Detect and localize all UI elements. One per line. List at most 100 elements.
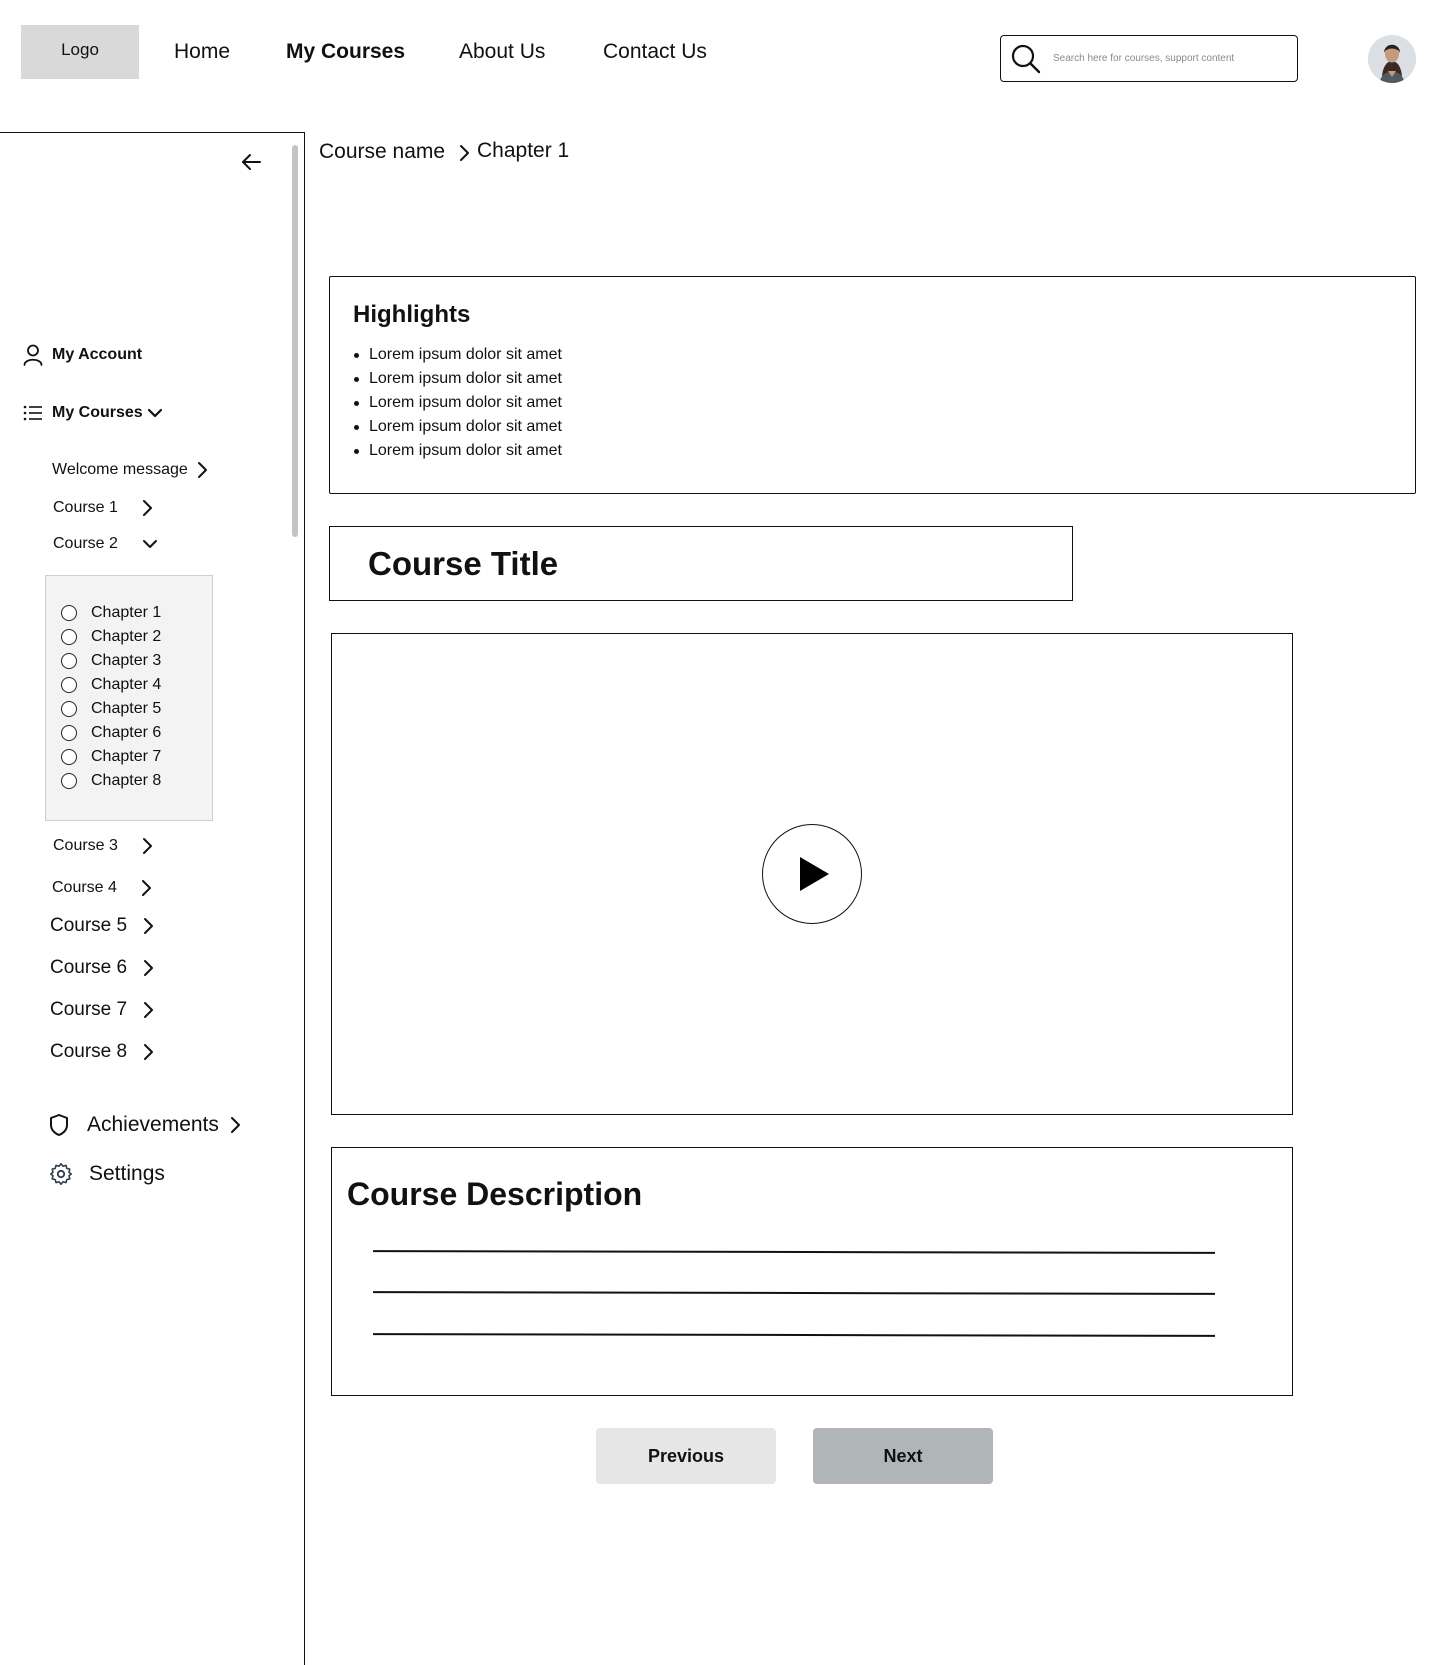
logo[interactable]: Logo [21,25,139,79]
play-button[interactable] [762,824,862,924]
nav-about-us[interactable]: About Us [459,40,545,64]
highlights-list: Lorem ipsum dolor sit amet Lorem ipsum d… [354,343,562,463]
chevron-down-icon [147,408,162,418]
chapter-radio[interactable] [61,605,77,621]
chapter-label: Chapter 3 [91,652,162,669]
description-placeholder-line [372,1291,1216,1295]
sidebar-label-course-5: Course 5 [50,915,128,936]
chevron-right-icon [230,1117,240,1133]
highlight-item: Lorem ipsum dolor sit amet [354,391,562,415]
sidebar-item-course-4[interactable]: Course 4 [52,879,152,897]
chapter-item-5[interactable]: Chapter 5 [61,700,161,718]
highlight-item: Lorem ipsum dolor sit amet [354,439,562,463]
chapter-radio[interactable] [61,701,77,717]
nav-my-courses[interactable]: My Courses [286,40,405,64]
chevron-right-icon [144,1002,153,1018]
description-placeholder-line [372,1250,1216,1254]
sidebar-label-my-courses: My Courses [52,404,143,421]
course-description-box: Course Description [331,1147,1293,1396]
sidebar-label-course-3: Course 3 [53,837,118,854]
sidebar-label-achievements: Achievements [87,1113,219,1136]
sidebar-item-course-5[interactable]: Course 5 [50,915,154,937]
chapter-item-8[interactable]: Chapter 8 [61,772,161,790]
chapter-radio[interactable] [61,749,77,765]
breadcrumb-chapter[interactable]: Chapter 1 [477,139,569,163]
chapter-radio[interactable] [61,725,77,741]
chevron-right-icon [144,918,153,934]
sidebar-item-course-2[interactable]: Course 2 [53,535,159,553]
breadcrumb-course[interactable]: Course name [319,140,445,164]
highlight-item: Lorem ipsum dolor sit amet [354,367,562,391]
user-icon [23,344,43,366]
chapter-label: Chapter 4 [91,676,162,693]
sidebar-item-my-account[interactable]: My Account [23,344,142,366]
chapter-label: Chapter 2 [91,628,162,645]
chevron-right-icon [142,880,151,896]
chevron-right-icon [143,838,152,854]
search-box [1000,35,1298,82]
chapter-item-1[interactable]: Chapter 1 [61,604,161,622]
chapter-label: Chapter 7 [91,748,162,765]
chapter-radio[interactable] [61,653,77,669]
chevron-down-icon [143,540,157,548]
chapter-list: Chapter 1 Chapter 2 Chapter 3 Chapter 4 … [45,575,213,821]
sidebar-item-achievements[interactable]: Achievements [49,1113,241,1137]
chapter-radio[interactable] [61,629,77,645]
sidebar-label-course-7: Course 7 [50,999,128,1020]
next-button[interactable]: Next [813,1428,993,1484]
sidebar-label-course-4: Course 4 [52,879,117,896]
sidebar-label-course-6: Course 6 [50,957,128,978]
chevron-right-icon [197,462,207,478]
sidebar-label-my-account: My Account [52,346,143,363]
highlight-item: Lorem ipsum dolor sit amet [354,415,562,439]
chapter-radio[interactable] [61,677,77,693]
sidebar-item-my-courses[interactable]: My Courses [23,404,163,422]
chevron-right-icon [143,500,152,516]
nav-home[interactable]: Home [174,40,230,64]
highlights-panel: Highlights Lorem ipsum dolor sit amet Lo… [329,276,1416,494]
gear-icon [50,1163,72,1185]
sidebar-label-course-1: Course 1 [53,499,118,516]
chapter-radio[interactable] [61,773,77,789]
description-placeholder-line [372,1333,1216,1337]
list-icon [23,405,42,421]
sidebar-item-course-7[interactable]: Course 7 [50,999,154,1021]
nav-contact-us[interactable]: Contact Us [603,40,707,64]
avatar[interactable] [1368,35,1416,83]
highlight-item: Lorem ipsum dolor sit amet [354,343,562,367]
sidebar-item-course-8[interactable]: Course 8 [50,1041,154,1063]
course-title-box: Course Title [329,526,1073,601]
search-icon[interactable] [1011,44,1041,74]
sidebar-item-course-3[interactable]: Course 3 [53,837,153,855]
sidebar-scrollbar[interactable] [292,145,298,537]
chevron-right-icon [144,960,153,976]
logo-text: Logo [61,40,99,59]
search-input[interactable] [1053,53,1283,64]
chapter-item-6[interactable]: Chapter 6 [61,724,161,742]
play-icon [800,857,829,891]
sidebar-label-course-8: Course 8 [50,1041,128,1062]
arrow-left-icon [242,154,261,170]
sidebar-item-course-1[interactable]: Course 1 [53,499,153,517]
breadcrumb-chevron-icon [460,145,469,161]
highlights-title: Highlights [353,301,471,328]
sidebar-label-welcome: Welcome message [52,461,188,478]
chevron-right-icon [144,1044,153,1060]
sidebar-item-welcome[interactable]: Welcome message [52,461,208,479]
sidebar-item-course-6[interactable]: Course 6 [50,957,154,979]
sidebar-label-settings: Settings [89,1162,165,1185]
chapter-label: Chapter 1 [91,604,162,621]
chapter-label: Chapter 5 [91,700,162,717]
collapse-sidebar-button[interactable] [240,151,262,178]
sidebar-label-course-2: Course 2 [53,535,118,552]
shield-icon [50,1114,68,1136]
chapter-item-2[interactable]: Chapter 2 [61,628,161,646]
course-description-title: Course Description [347,1176,643,1212]
chapter-label: Chapter 8 [91,772,162,789]
chapter-item-7[interactable]: Chapter 7 [61,748,161,766]
chapter-item-3[interactable]: Chapter 3 [61,652,161,670]
previous-button[interactable]: Previous [596,1428,776,1484]
chapter-label: Chapter 6 [91,724,162,741]
sidebar-item-settings[interactable]: Settings [49,1162,165,1186]
chapter-item-4[interactable]: Chapter 4 [61,676,161,694]
